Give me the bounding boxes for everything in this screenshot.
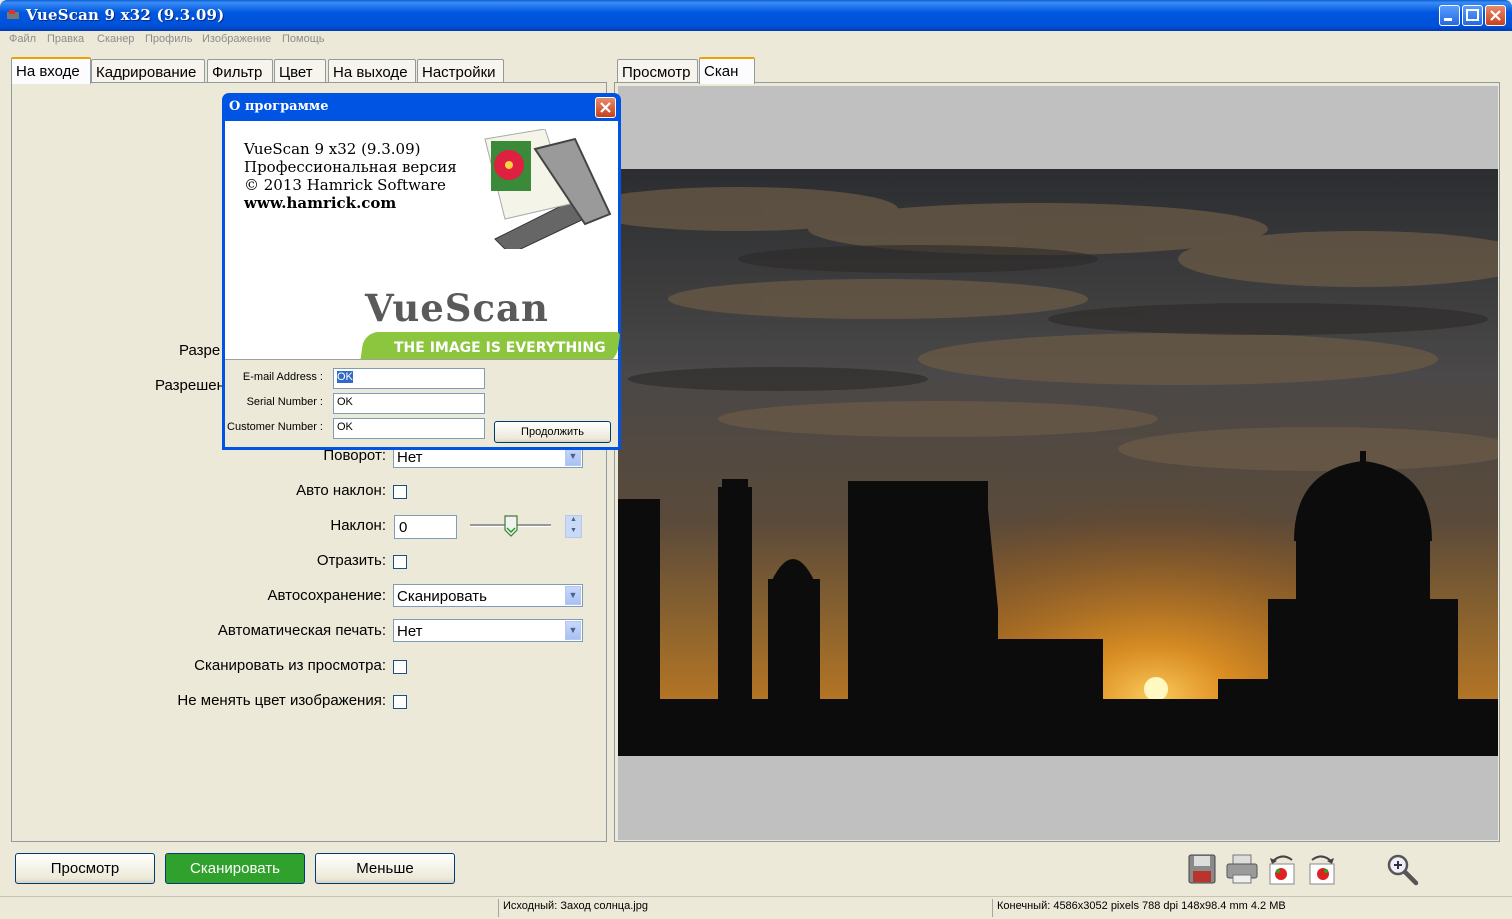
tab-filter[interactable]: Фильтр	[207, 59, 273, 83]
autoprint-select[interactable]: Нет ▼	[393, 619, 583, 642]
status-source: Исходный: Заход солнца.jpg	[503, 900, 648, 912]
scanner-logo-icon	[484, 129, 612, 249]
tab-crop[interactable]: Кадрирование	[91, 59, 205, 83]
mirror-checkbox[interactable]	[393, 555, 407, 569]
about-text: VueScan 9 x32 (9.3.09) Профессиональная …	[244, 140, 457, 212]
auto-skew-label: Авто наклон:	[296, 482, 386, 499]
continue-button[interactable]: Продолжить	[494, 421, 611, 443]
tab-input[interactable]: На входе	[11, 57, 91, 84]
registration-form: E-mail Address : OK Serial Number : OK C…	[225, 359, 618, 447]
version-text: VueScan 9 x32 (9.3.09)	[244, 140, 421, 158]
menu-bar: Файл Правка Сканер Профиль Изображение П…	[0, 31, 1512, 49]
menu-file[interactable]: Файл	[9, 33, 36, 45]
customer-label: Customer Number :	[227, 421, 323, 433]
email-field[interactable]: OK	[333, 368, 485, 389]
website-text: www.hamrick.com	[244, 194, 397, 212]
menu-help[interactable]: Помощь	[282, 33, 325, 45]
serial-field[interactable]: OK	[333, 393, 485, 414]
rotation-value: Нет	[397, 449, 423, 466]
about-content: VueScan 9 x32 (9.3.09) Профессиональная …	[225, 121, 621, 366]
close-icon	[600, 102, 611, 113]
menu-scanner[interactable]: Сканер	[97, 33, 134, 45]
maximize-button[interactable]	[1462, 5, 1483, 26]
autosave-select[interactable]: Сканировать ▼	[393, 584, 583, 607]
auto-skew-checkbox[interactable]	[393, 485, 407, 499]
email-label: E-mail Address :	[242, 371, 323, 383]
tagline-text: THE IMAGE IS EVERYTHING	[394, 340, 606, 356]
status-bar: Исходный: Заход солнца.jpg Конечный: 458…	[0, 896, 1512, 919]
tab-scan[interactable]: Скан	[699, 57, 755, 84]
rotate-left-icon[interactable]	[1266, 852, 1298, 886]
autoprint-value: Нет	[397, 623, 423, 640]
minimize-button[interactable]	[1439, 5, 1460, 26]
menu-profile[interactable]: Профиль	[145, 33, 193, 45]
autosave-value: Сканировать	[397, 588, 487, 605]
autoprint-label: Автоматическая печать:	[217, 622, 386, 639]
tab-output[interactable]: На выходе	[328, 59, 416, 83]
menu-image[interactable]: Изображение	[202, 33, 271, 45]
serial-label: Serial Number :	[246, 396, 323, 408]
resolution-label-1: Разре	[179, 342, 221, 359]
close-button[interactable]	[1485, 5, 1506, 26]
skew-spinner[interactable]: ▲ ▼	[565, 515, 582, 538]
autosave-label: Автосохранение:	[267, 587, 386, 604]
preview-button[interactable]: Просмотр	[15, 853, 155, 884]
skew-label: Наклон:	[330, 517, 386, 534]
skew-slider-thumb[interactable]	[504, 515, 518, 537]
minimize-icon	[1444, 18, 1452, 21]
zoom-in-icon[interactable]	[1385, 852, 1419, 886]
dialog-title: О программе	[229, 99, 329, 114]
chevron-down-icon: ▼	[565, 621, 581, 640]
chevron-down-icon: ▼	[565, 586, 581, 605]
status-output: Конечный: 4586x3052 pixels 788 dpi 148x9…	[997, 900, 1286, 912]
menu-edit[interactable]: Правка	[47, 33, 84, 45]
scan-from-preview-label: Сканировать из просмотра:	[194, 657, 386, 674]
keep-colors-label: Не менять цвет изображения:	[177, 692, 386, 709]
rotate-right-icon[interactable]	[1306, 852, 1338, 886]
vuescan-logo-text: VueScan	[365, 286, 549, 330]
keep-colors-checkbox[interactable]	[393, 695, 407, 709]
window-title: VueScan 9 x32 (9.3.09)	[26, 6, 225, 24]
spin-up-icon[interactable]: ▲	[566, 516, 581, 526]
copyright-text: © 2013 Hamrick Software	[244, 176, 446, 194]
less-button[interactable]: Меньше	[315, 853, 455, 884]
tab-preview[interactable]: Просмотр	[617, 59, 698, 83]
edition-text: Профессиональная версия	[244, 158, 457, 176]
resolution-label-2: Разрешен	[155, 377, 225, 394]
tab-settings[interactable]: Настройки	[417, 59, 504, 83]
customer-value: OK	[337, 421, 353, 433]
customer-field[interactable]: OK	[333, 418, 485, 439]
email-value: OK	[337, 371, 353, 383]
scanned-image	[618, 169, 1498, 756]
mirror-label: Отразить:	[316, 552, 386, 569]
save-icon[interactable]	[1187, 853, 1217, 885]
about-dialog: О программе VueScan 9 x32 (9.3.09) Профе…	[222, 93, 621, 450]
serial-value: OK	[337, 396, 353, 408]
print-icon[interactable]	[1225, 853, 1259, 885]
skew-value: 0	[399, 519, 408, 536]
app-icon	[7, 10, 19, 19]
title-bar: VueScan 9 x32 (9.3.09)	[0, 0, 1512, 31]
scan-button[interactable]: Сканировать	[165, 853, 305, 884]
scan-from-preview-checkbox[interactable]	[393, 660, 407, 674]
tab-color[interactable]: Цвет	[274, 59, 326, 83]
close-icon	[1490, 10, 1501, 21]
skew-input[interactable]: 0	[394, 515, 457, 539]
spin-down-icon[interactable]: ▼	[566, 527, 581, 537]
dialog-close-button[interactable]	[595, 97, 616, 118]
maximize-icon	[1466, 9, 1479, 21]
